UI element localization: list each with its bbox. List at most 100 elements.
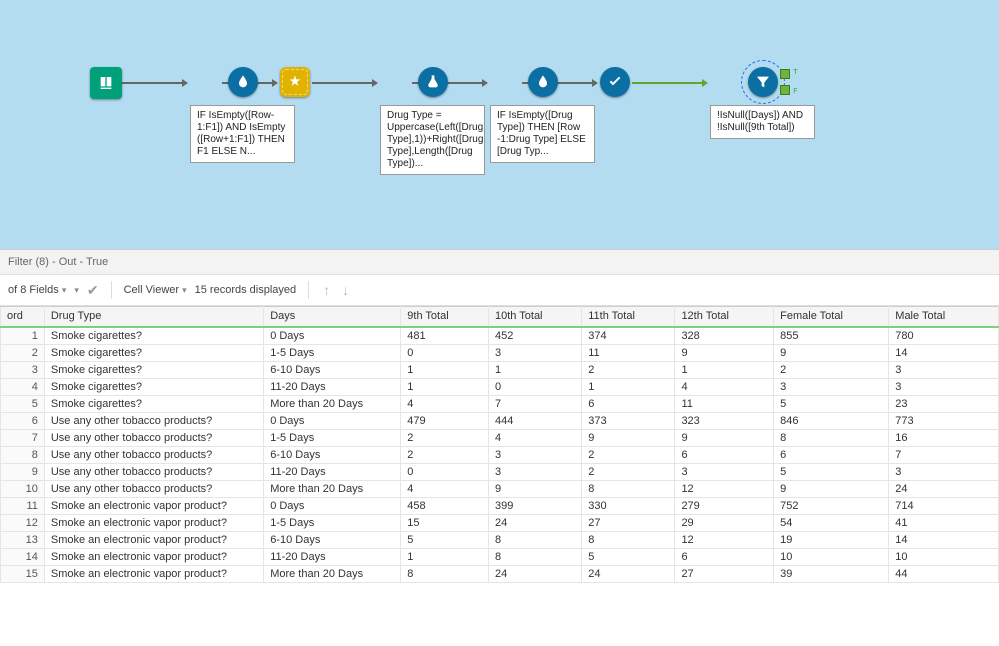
table-cell[interactable]: 714 [889, 497, 999, 514]
table-cell[interactable]: 855 [774, 327, 889, 345]
table-cell[interactable]: 44 [889, 565, 999, 582]
table-cell[interactable]: 780 [889, 327, 999, 345]
col-header[interactable]: Female Total [774, 307, 889, 327]
table-cell[interactable]: 14 [889, 344, 999, 361]
table-cell[interactable]: 328 [675, 327, 774, 345]
table-cell[interactable]: 6 [675, 446, 774, 463]
cell-viewer-dropdown[interactable]: Cell Viewer ▾ [124, 284, 187, 296]
table-cell[interactable]: 8 [489, 548, 582, 565]
col-header[interactable]: Male Total [889, 307, 999, 327]
table-cell[interactable]: 1-5 Days [264, 514, 401, 531]
table-cell[interactable]: 54 [774, 514, 889, 531]
table-cell[interactable]: 8 [582, 480, 675, 497]
table-cell[interactable]: 1 [582, 378, 675, 395]
table-cell[interactable]: 24 [489, 565, 582, 582]
table-row[interactable]: 7Use any other tobacco products?1-5 Days… [1, 429, 999, 446]
table-cell[interactable]: 0 Days [264, 327, 401, 345]
workflow-canvas[interactable]: IF IsEmpty([Row-1:F1]) AND IsEmpty ([Row… [0, 0, 999, 250]
table-cell[interactable]: 5 [582, 548, 675, 565]
table-cell[interactable]: 6-10 Days [264, 531, 401, 548]
table-cell[interactable]: 2 [582, 361, 675, 378]
table-cell[interactable]: 458 [401, 497, 489, 514]
table-cell[interactable]: 6-10 Days [264, 446, 401, 463]
table-cell[interactable]: 2 [582, 463, 675, 480]
table-row[interactable]: 5Smoke cigarettes?More than 20 Days47611… [1, 395, 999, 412]
table-cell[interactable]: 8 [489, 531, 582, 548]
table-cell[interactable]: 9 [675, 429, 774, 446]
table-cell[interactable]: 1 [675, 361, 774, 378]
table-row[interactable]: 8Use any other tobacco products?6-10 Day… [1, 446, 999, 463]
table-cell[interactable]: 3 [889, 378, 999, 395]
table-cell[interactable]: Use any other tobacco products? [44, 463, 263, 480]
table-cell[interactable]: 10 [889, 548, 999, 565]
table-cell[interactable]: 15 [401, 514, 489, 531]
table-cell[interactable]: 330 [582, 497, 675, 514]
table-cell[interactable]: 7 [489, 395, 582, 412]
table-cell[interactable]: 3 [675, 463, 774, 480]
table-cell[interactable]: Smoke an electronic vapor product? [44, 548, 263, 565]
table-cell[interactable]: 11 [582, 344, 675, 361]
table-cell[interactable]: 1 [489, 361, 582, 378]
table-cell[interactable]: 27 [582, 514, 675, 531]
table-cell[interactable]: 4 [675, 378, 774, 395]
table-row[interactable]: 13Smoke an electronic vapor product?6-10… [1, 531, 999, 548]
table-cell[interactable]: 4 [401, 395, 489, 412]
table-cell[interactable]: 9 [582, 429, 675, 446]
table-cell[interactable]: Smoke an electronic vapor product? [44, 531, 263, 548]
results-table[interactable]: ord Drug Type Days 9th Total 10th Total … [0, 306, 999, 583]
table-cell[interactable]: Smoke cigarettes? [44, 327, 263, 345]
table-cell[interactable]: 2 [401, 446, 489, 463]
check-icon[interactable]: ✔ [87, 282, 99, 299]
table-cell[interactable]: Use any other tobacco products? [44, 446, 263, 463]
table-cell[interactable]: 24 [889, 480, 999, 497]
table-cell[interactable]: Smoke an electronic vapor product? [44, 514, 263, 531]
table-cell[interactable]: 373 [582, 412, 675, 429]
dynamic-rename-node[interactable] [280, 67, 310, 97]
table-cell[interactable]: 4 [489, 429, 582, 446]
table-cell[interactable]: 399 [489, 497, 582, 514]
table-cell[interactable]: 16 [889, 429, 999, 446]
col-header[interactable]: 10th Total [489, 307, 582, 327]
table-cell[interactable]: 11-20 Days [264, 463, 401, 480]
table-cell[interactable]: 0 [489, 378, 582, 395]
table-cell[interactable]: 444 [489, 412, 582, 429]
table-cell[interactable]: 5 [774, 463, 889, 480]
table-row[interactable]: 12Smoke an electronic vapor product?1-5 … [1, 514, 999, 531]
table-cell[interactable]: 11-20 Days [264, 378, 401, 395]
table-cell[interactable]: 323 [675, 412, 774, 429]
table-cell[interactable]: Use any other tobacco products? [44, 480, 263, 497]
up-arrow-button[interactable]: ↑ [321, 282, 332, 298]
table-cell[interactable]: 6-10 Days [264, 361, 401, 378]
table-row[interactable]: 4Smoke cigarettes?11-20 Days101433 [1, 378, 999, 395]
table-cell[interactable]: 3 [489, 344, 582, 361]
table-cell[interactable]: 39 [774, 565, 889, 582]
col-header[interactable]: Drug Type [44, 307, 263, 327]
multirow-formula-node-2[interactable]: IF IsEmpty([Drug Type]) THEN [Row -1:Dru… [490, 67, 595, 163]
table-cell[interactable]: 374 [582, 327, 675, 345]
select-node[interactable] [600, 67, 630, 97]
table-row[interactable]: 10Use any other tobacco products?More th… [1, 480, 999, 497]
table-cell[interactable]: 9 [774, 344, 889, 361]
table-cell[interactable]: 3 [889, 463, 999, 480]
table-cell[interactable]: 3 [774, 378, 889, 395]
table-cell[interactable]: 0 [401, 463, 489, 480]
table-cell[interactable]: 2 [774, 361, 889, 378]
table-cell[interactable]: 479 [401, 412, 489, 429]
table-cell[interactable]: 29 [675, 514, 774, 531]
table-cell[interactable]: Use any other tobacco products? [44, 429, 263, 446]
table-cell[interactable]: 452 [489, 327, 582, 345]
fields-dropdown[interactable]: of 8 Fields ▾ [8, 284, 66, 296]
table-row[interactable]: 1Smoke cigarettes?0 Days4814523743288557… [1, 327, 999, 345]
table-cell[interactable]: 8 [401, 565, 489, 582]
table-row[interactable]: 15Smoke an electronic vapor product?More… [1, 565, 999, 582]
col-header[interactable]: Days [264, 307, 401, 327]
table-cell[interactable]: 3 [489, 463, 582, 480]
table-cell[interactable]: 12 [675, 480, 774, 497]
table-cell[interactable]: 2 [401, 429, 489, 446]
table-cell[interactable]: 1 [401, 361, 489, 378]
table-cell[interactable]: 3 [889, 361, 999, 378]
table-cell[interactable]: Smoke an electronic vapor product? [44, 565, 263, 582]
input-tool-node[interactable] [90, 67, 122, 99]
table-cell[interactable]: 6 [774, 446, 889, 463]
table-cell[interactable]: 6 [582, 395, 675, 412]
